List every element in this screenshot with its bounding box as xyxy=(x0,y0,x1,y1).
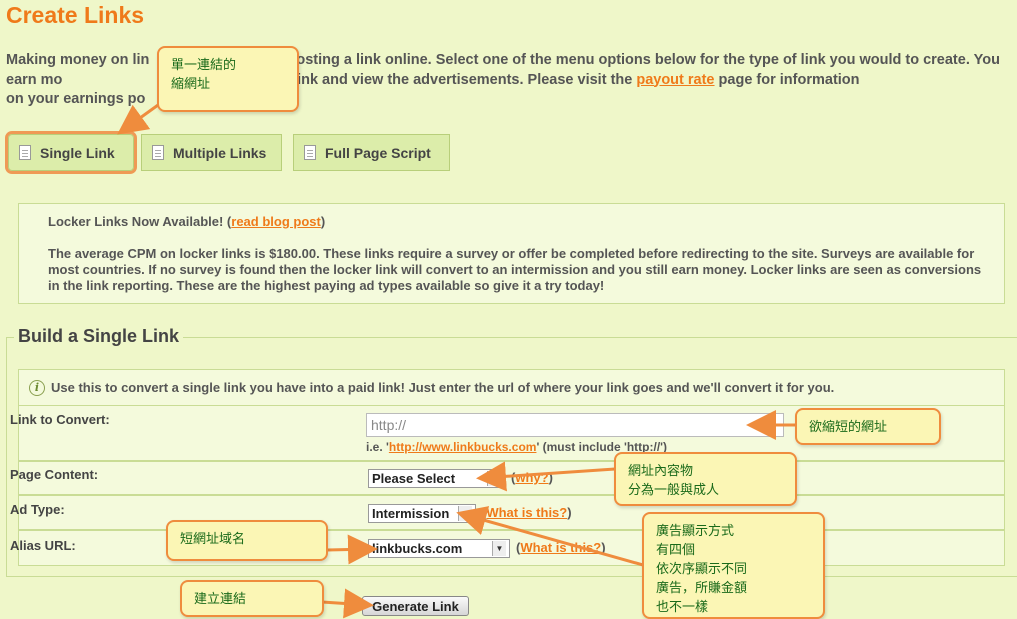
callout-ad-type: 廣告顯示方式 有四個 依次序顯示不同 廣告，所賺金額 也不一樣 xyxy=(642,512,825,619)
generate-link-button[interactable]: Generate Link xyxy=(362,596,469,616)
info-icon: i xyxy=(29,379,45,396)
payout-rate-link[interactable]: payout rate xyxy=(636,72,714,88)
alias-url-select[interactable]: linkbucks.com ▼ xyxy=(368,539,510,558)
chevron-down-icon: ▼ xyxy=(487,471,501,486)
chevron-down-icon: ▼ xyxy=(492,541,506,556)
page-content-select[interactable]: Please Select ▼ xyxy=(368,469,505,488)
page-content-help: (why?) xyxy=(511,470,553,485)
intro-suffix: page for information xyxy=(714,71,860,88)
link-to-convert-input[interactable] xyxy=(366,413,784,437)
notice-heading-text: Locker Links Now Available! ( xyxy=(48,214,232,229)
what-is-this-link[interactable]: What is this? xyxy=(520,540,601,555)
link-to-convert-label: Link to Convert: xyxy=(10,412,110,427)
page-title: Create Links xyxy=(6,2,145,28)
notice-heading: Locker Links Now Available! (read blog p… xyxy=(48,214,986,230)
help-close: ) xyxy=(548,470,553,485)
ad-type-select[interactable]: Intermission ▼ xyxy=(368,504,476,523)
notice-body: The average CPM on locker links is $180.… xyxy=(48,246,982,293)
why-link[interactable]: why? xyxy=(515,470,548,485)
locker-links-notice: Locker Links Now Available! (read blog p… xyxy=(18,203,1005,304)
callout-create: 建立連結 xyxy=(180,580,324,617)
callout-single-link: 單一連結的 縮網址 xyxy=(157,46,299,112)
help-close: ) xyxy=(567,505,572,520)
example-url-link[interactable]: http://www.linkbucks.com xyxy=(389,440,537,454)
callout-page-content: 網址內容物 分為一般與成人 xyxy=(614,452,797,506)
document-icon xyxy=(19,145,31,160)
select-value: Intermission xyxy=(372,506,450,521)
notice-heading-close: ) xyxy=(320,214,326,229)
alias-url-label: Alias URL: xyxy=(10,538,76,553)
chevron-down-icon: ▼ xyxy=(458,506,472,521)
info-text: Use this to convert a single link you ha… xyxy=(51,380,835,395)
info-bar: i Use this to convert a single link you … xyxy=(18,369,1005,405)
hint-prefix: i.e. ' xyxy=(366,440,389,454)
select-value: Please Select xyxy=(372,471,456,486)
tab-full-page-script[interactable]: Full Page Script xyxy=(293,134,450,171)
tab-label: Full Page Script xyxy=(325,144,431,161)
document-icon xyxy=(152,145,164,160)
callout-url: 欲縮短的網址 xyxy=(795,408,941,445)
callout-alias: 短網址域名 xyxy=(166,520,328,561)
ad-type-help: (What is this?) xyxy=(482,505,572,520)
select-value: linkbucks.com xyxy=(372,541,463,556)
what-is-this-link[interactable]: What is this? xyxy=(486,505,567,520)
document-icon xyxy=(304,145,316,160)
tab-multiple-links[interactable]: Multiple Links xyxy=(141,134,282,171)
ad-type-label: Ad Type: xyxy=(10,502,65,517)
page-content-label: Page Content: xyxy=(10,467,99,482)
intro-prefix: Making money on lin xyxy=(6,52,150,68)
tab-label: Multiple Links xyxy=(173,144,267,161)
intro-line3: on your earnings po xyxy=(6,91,146,107)
fieldset-legend: Build a Single Link xyxy=(14,326,184,347)
help-close: ) xyxy=(601,540,606,555)
tab-single-link[interactable]: Single Link xyxy=(5,131,137,174)
read-blog-post-link[interactable]: read blog post xyxy=(231,214,321,229)
tab-label: Single Link xyxy=(40,144,115,161)
alias-url-help: (What is this?) xyxy=(516,540,606,555)
